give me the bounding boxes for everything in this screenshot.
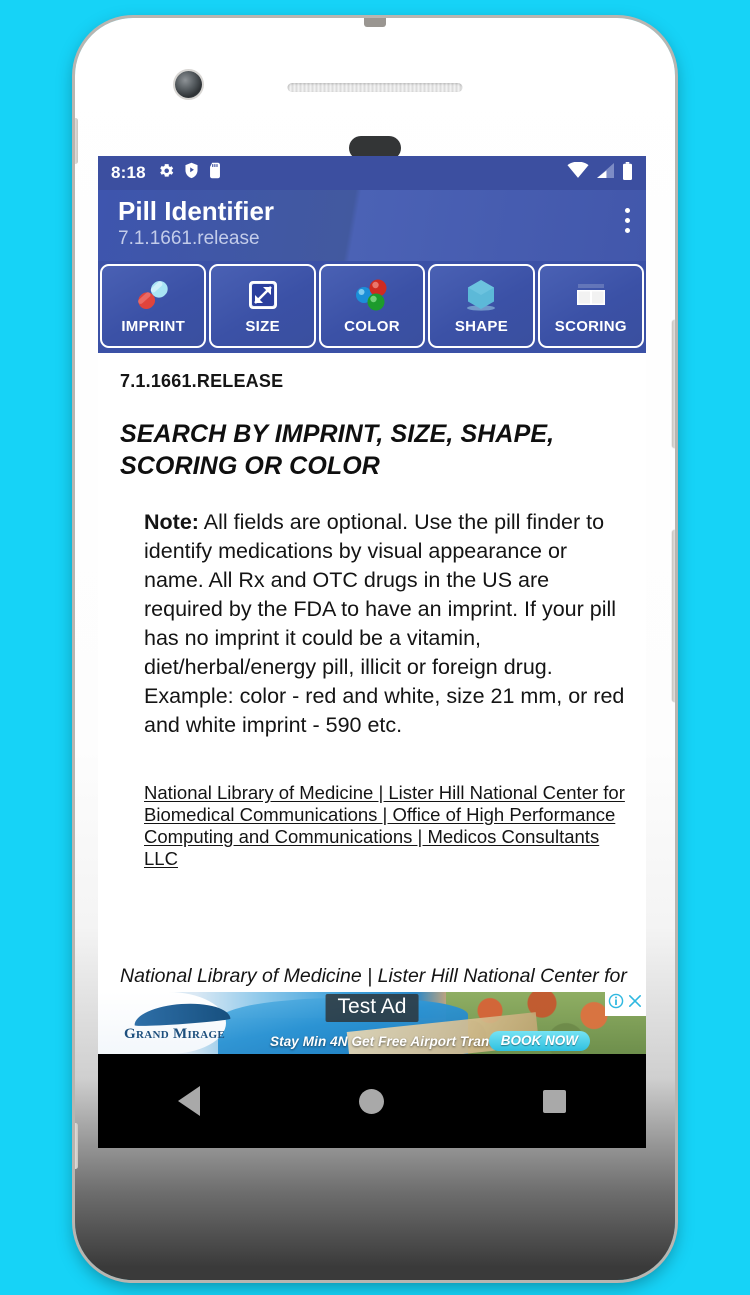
ad-test-label: Test Ad [325,994,419,1022]
power-button[interactable] [672,530,675,702]
volume-button[interactable] [672,320,675,448]
tab-color[interactable]: COLOR [318,264,426,348]
ad-cta-button[interactable]: BOOK NOW [488,1031,590,1051]
ad-tagline: Stay Min 4N Get Free Airport Transfer [270,1034,515,1049]
scoring-tablet-icon [569,273,613,317]
ad-controls [605,992,646,1016]
shield-play-icon [184,162,199,184]
recents-square-icon [543,1089,567,1113]
phone-frame: 8:18 Pill Identifier 7.1.1661.release IM… [75,18,675,1280]
home-button[interactable] [332,1071,412,1131]
content-area: 7.1.1661.RELEASE SEARCH BY IMPRINT, SIZE… [98,353,646,992]
note-label: Note: [144,510,199,534]
earpiece-speaker [287,83,463,92]
note-body: All fields are optional. Use the pill fi… [144,510,625,737]
overflow-menu-icon[interactable] [625,208,630,233]
tab-scoring-label: SCORING [554,318,627,335]
hexagon-icon [460,273,502,317]
app-title: Pill Identifier [118,196,275,226]
tab-size-label: SIZE [245,318,280,335]
ad-brand-name: Grand Mirage [124,1026,226,1042]
front-camera-icon [175,71,202,98]
app-version-subtitle: 7.1.1661.release [118,228,260,249]
color-spheres-icon [351,273,393,317]
ad-info-icon[interactable] [608,993,624,1014]
footer-credits-text: National Library of Medicine | Lister Hi… [120,965,627,987]
tab-bar: IMPRINT SIZE COLOR SHAPE SCORING [98,261,646,353]
ad-banner[interactable]: Grand Mirage Test Ad Stay Min 4N Get Fre… [98,992,646,1054]
app-bar: Pill Identifier 7.1.1661.release [98,190,646,261]
recents-button[interactable] [515,1071,595,1131]
wifi-icon [567,161,589,184]
gear-icon [158,162,175,184]
cellular-signal-icon [596,162,615,184]
note-paragraph: Note: All fields are optional. Use the p… [144,508,626,740]
status-bar: 8:18 [98,156,646,190]
ad-logo-panel: Grand Mirage [98,992,231,1054]
sd-card-icon [208,162,222,184]
release-label: 7.1.1661.RELEASE [120,371,284,391]
size-arrow-icon [243,273,283,317]
tab-shape-label: SHAPE [454,318,509,335]
tab-scoring[interactable]: SCORING [537,264,645,348]
ad-logo-swoosh-icon [133,1000,231,1028]
page-title: SEARCH BY IMPRINT, SIZE, SHAPE, SCORING … [120,420,555,480]
back-triangle-icon [178,1086,201,1116]
frame-top-notch [364,18,386,27]
source-credits-link[interactable]: National Library of Medicine | Lister Hi… [144,782,626,870]
tab-shape[interactable]: SHAPE [428,264,535,348]
tab-imprint[interactable]: IMPRINT [100,264,207,348]
home-circle-icon [359,1088,385,1114]
capsule-icon [131,273,175,317]
tab-imprint-label: IMPRINT [121,318,186,335]
phone-screen: 8:18 Pill Identifier 7.1.1661.release IM… [98,156,646,1148]
battery-icon [622,161,633,185]
tab-color-label: COLOR [344,318,400,335]
back-button[interactable] [149,1071,229,1131]
ad-close-icon[interactable] [627,993,643,1014]
left-edge-detail-top [75,118,78,164]
left-edge-detail-bottom [75,1123,78,1169]
tab-size[interactable]: SIZE [209,264,316,348]
android-nav-bar [98,1054,646,1148]
status-time: 8:18 [111,163,146,182]
